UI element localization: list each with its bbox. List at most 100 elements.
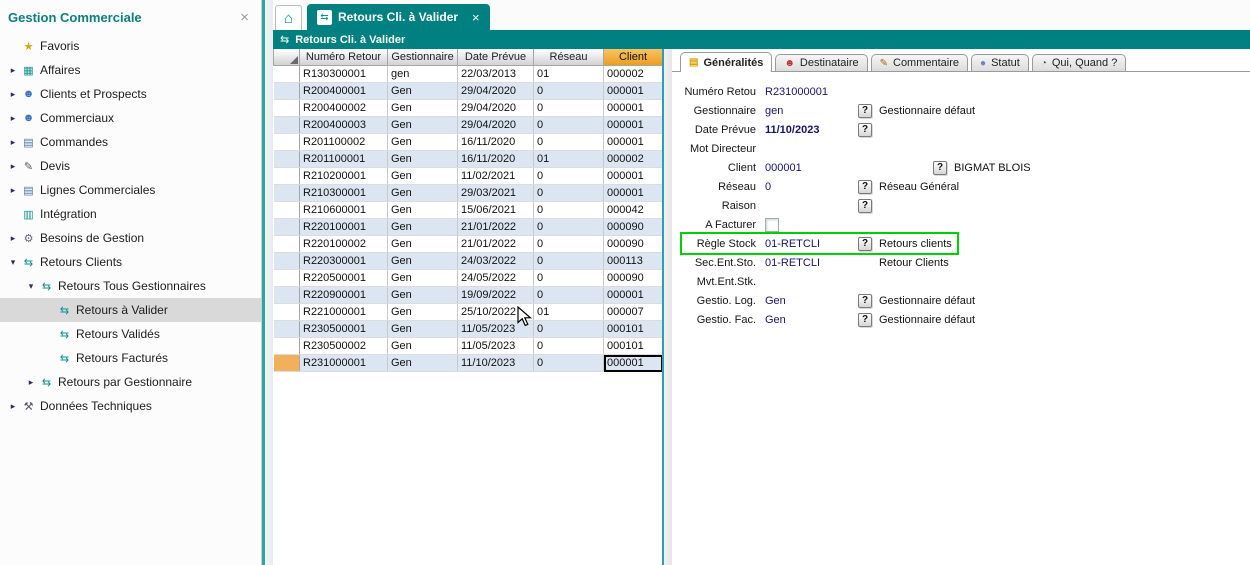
table-row[interactable]: R220900001Gen19/09/20220000001 (274, 287, 663, 304)
cell-gestionnaire[interactable]: Gen (388, 168, 458, 185)
expand-arrow-icon[interactable]: ▸ (24, 377, 38, 388)
row-marker[interactable] (274, 287, 300, 304)
cell-gestionnaire[interactable]: Gen (388, 219, 458, 236)
cell-reseau[interactable]: 0 (534, 185, 604, 202)
table-row[interactable]: R220100001Gen21/01/20220000090 (274, 219, 663, 236)
gestio-log-value[interactable]: Gen (765, 295, 858, 307)
cell-gestionnaire[interactable]: Gen (388, 117, 458, 134)
sidebar-item-retours-valides[interactable]: ⇆Retours Validés (0, 322, 261, 346)
regle-stock-value[interactable]: 01-RETCLI (765, 238, 858, 250)
cell-numero-retour[interactable]: R220900001 (300, 287, 388, 304)
help-button[interactable]: ? (858, 237, 872, 251)
detail-tab-generalites[interactable]: ▤Généralités (680, 52, 772, 72)
row-marker[interactable] (274, 202, 300, 219)
column-header-client[interactable]: Client (604, 49, 663, 66)
cell-date-prevue[interactable]: 29/03/2021 (458, 185, 534, 202)
sec-ent-sto-value[interactable]: 01-RETCLI (765, 257, 858, 269)
tab-close-icon[interactable]: × (472, 10, 480, 25)
cell-client[interactable]: 000001 (604, 100, 663, 117)
cell-gestionnaire[interactable]: Gen (388, 83, 458, 100)
row-marker[interactable] (274, 185, 300, 202)
table-row[interactable]: R220100002Gen21/01/20220000090 (274, 236, 663, 253)
sidebar-item-integration[interactable]: ▥Intégration (0, 202, 261, 226)
home-tab[interactable]: ⌂ (275, 5, 302, 30)
cell-reseau[interactable]: 0 (534, 338, 604, 355)
cell-gestionnaire[interactable]: Gen (388, 321, 458, 338)
cell-numero-retour[interactable]: R220100001 (300, 219, 388, 236)
row-marker[interactable] (274, 338, 300, 355)
sidebar-item-clients-et-prospects[interactable]: ▸☻Clients et Prospects (0, 82, 261, 106)
collapse-arrow-icon[interactable]: ▾ (24, 281, 38, 292)
cell-date-prevue[interactable]: 24/03/2022 (458, 253, 534, 270)
table-row[interactable]: R220500001Gen24/05/20220000090 (274, 270, 663, 287)
date-prevue-value[interactable]: 11/10/2023 (765, 124, 858, 136)
row-marker[interactable] (274, 117, 300, 134)
sidebar-item-retours-a-valider[interactable]: ⇆Retours à Valider (0, 298, 261, 322)
row-marker[interactable] (274, 219, 300, 236)
cell-gestionnaire[interactable]: Gen (388, 202, 458, 219)
sidebar-item-favoris[interactable]: ★Favoris (0, 34, 261, 58)
cell-reseau[interactable]: 0 (534, 100, 604, 117)
numero-retou-value[interactable]: R231000001 (765, 86, 858, 98)
help-button[interactable]: ? (858, 104, 872, 118)
cell-reseau[interactable]: 01 (534, 151, 604, 168)
cell-reseau[interactable]: 0 (534, 287, 604, 304)
table-row[interactable]: R200400001Gen29/04/20200000001 (274, 83, 663, 100)
collapse-arrow-icon[interactable]: ▾ (6, 257, 20, 268)
cell-client[interactable]: 000002 (604, 66, 663, 83)
column-header-numero-retour[interactable]: Numéro Retour (300, 49, 388, 66)
tab-retours-cli-a-valider[interactable]: ⇆ Retours Cli. à Valider × (307, 4, 490, 30)
cell-date-prevue[interactable]: 15/06/2021 (458, 202, 534, 219)
cell-date-prevue[interactable]: 21/01/2022 (458, 236, 534, 253)
cell-reseau[interactable]: 0 (534, 253, 604, 270)
help-button[interactable]: ? (858, 123, 872, 137)
sidebar-item-affaires[interactable]: ▸▦Affaires (0, 58, 261, 82)
row-marker[interactable] (274, 321, 300, 338)
cell-date-prevue[interactable]: 11/02/2021 (458, 168, 534, 185)
cell-gestionnaire[interactable]: gen (388, 66, 458, 83)
cell-date-prevue[interactable]: 11/10/2023 (458, 355, 534, 372)
cell-reseau[interactable]: 01 (534, 66, 604, 83)
cell-numero-retour[interactable]: R230500001 (300, 321, 388, 338)
cell-reseau[interactable]: 0 (534, 83, 604, 100)
cell-client[interactable]: 000001 (604, 185, 663, 202)
cell-numero-retour[interactable]: R210300001 (300, 185, 388, 202)
table-row[interactable]: R201100001Gen16/11/202001000002 (274, 151, 663, 168)
cell-date-prevue[interactable]: 22/03/2013 (458, 66, 534, 83)
cell-date-prevue[interactable]: 11/05/2023 (458, 321, 534, 338)
help-button[interactable]: ? (858, 199, 872, 213)
expand-arrow-icon[interactable]: ▸ (6, 113, 20, 124)
gestio-fac-value[interactable]: Gen (765, 314, 858, 326)
expand-arrow-icon[interactable]: ▸ (6, 233, 20, 244)
expand-arrow-icon[interactable]: ▸ (6, 161, 20, 172)
sidebar-item-retours-tous-gestionnaires[interactable]: ▾⇆Retours Tous Gestionnaires (0, 274, 261, 298)
help-button[interactable]: ? (933, 161, 947, 175)
cell-gestionnaire[interactable]: Gen (388, 151, 458, 168)
column-header-gestionnaire[interactable]: Gestionnaire (388, 49, 458, 66)
cell-reseau[interactable]: 0 (534, 134, 604, 151)
detail-tab-statut[interactable]: ●Statut (971, 54, 1029, 71)
cell-gestionnaire[interactable]: Gen (388, 134, 458, 151)
table-row[interactable]: R200400003Gen29/04/20200000001 (274, 117, 663, 134)
expand-arrow-icon[interactable]: ▸ (6, 137, 20, 148)
sidebar-item-commandes[interactable]: ▸▤Commandes (0, 130, 261, 154)
left-panel-splitter[interactable] (262, 0, 273, 565)
cell-reseau[interactable]: 0 (534, 202, 604, 219)
cell-gestionnaire[interactable]: Gen (388, 304, 458, 321)
detail-tab-destinataire[interactable]: ☻Destinataire (775, 54, 867, 71)
cell-numero-retour[interactable]: R220300001 (300, 253, 388, 270)
cell-client[interactable]: 000101 (604, 321, 663, 338)
gestionnaire-value[interactable]: gen (765, 105, 858, 117)
cell-numero-retour[interactable]: R130300001 (300, 66, 388, 83)
expand-arrow-icon[interactable]: ▸ (6, 401, 20, 412)
cell-client[interactable]: 000002 (604, 151, 663, 168)
cell-gestionnaire[interactable]: Gen (388, 253, 458, 270)
cell-numero-retour[interactable]: R201100001 (300, 151, 388, 168)
table-row[interactable]: R200400002Gen29/04/20200000001 (274, 100, 663, 117)
cell-client[interactable]: 000001 (604, 117, 663, 134)
table-row[interactable]: R230500002Gen11/05/20230000101 (274, 338, 663, 355)
table-row[interactable]: R210200001Gen11/02/20210000001 (274, 168, 663, 185)
cell-date-prevue[interactable]: 29/04/2020 (458, 117, 534, 134)
row-marker[interactable] (274, 134, 300, 151)
sidebar-item-besoins-de-gestion[interactable]: ▸⚙Besoins de Gestion (0, 226, 261, 250)
